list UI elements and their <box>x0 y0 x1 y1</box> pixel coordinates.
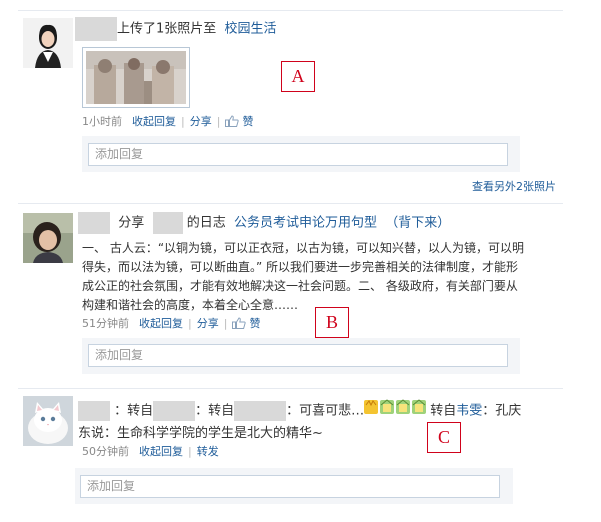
masked-username[interactable] <box>153 401 196 421</box>
masked-username[interactable] <box>78 212 110 234</box>
repost-text: ：转自 <box>195 403 235 419</box>
forward-link[interactable]: 转发 <box>197 445 219 458</box>
like-label: 赞 <box>249 317 261 330</box>
separator: | <box>216 115 221 128</box>
post-headline: 分享 的日志 公务员考试申论万用句型 （背下来） <box>78 212 450 234</box>
avatar[interactable] <box>23 213 73 263</box>
share-link[interactable]: 分享 <box>190 115 212 128</box>
photo-thumbnail[interactable] <box>82 47 190 108</box>
avatar-cat-image <box>23 396 73 446</box>
album-link[interactable]: 校园生活 <box>225 22 277 37</box>
timestamp: 51分钟前 <box>82 317 129 330</box>
share-word: 分享 <box>118 215 145 231</box>
post-headline: 上传了1张照片至 校园生活 <box>75 17 277 41</box>
separator: | <box>188 317 192 330</box>
avatar-woman-image <box>23 18 73 68</box>
avatar-girl-image <box>23 213 73 263</box>
reply-input[interactable]: 添加回复 <box>80 475 500 498</box>
separator: | <box>181 115 185 128</box>
annotation-box-a: A <box>281 61 315 92</box>
separator: | <box>188 445 192 458</box>
photo-image <box>86 51 186 104</box>
avatar[interactable] <box>23 18 73 68</box>
annotation-box-b: B <box>315 307 349 338</box>
diary-title-link[interactable]: 公务员考试申论万用句型 <box>234 216 377 231</box>
more-photos-link[interactable]: 查看另外2张照片 <box>472 179 556 195</box>
author-link[interactable]: 韦雯 <box>456 404 482 419</box>
masked-username[interactable] <box>152 212 183 234</box>
thumbs-up-icon <box>225 115 240 127</box>
reply-input[interactable]: 添加回复 <box>88 344 508 367</box>
feed-divider <box>18 388 563 389</box>
diary-excerpt: 一、 古人云：“以铜为镜，可以正衣冠，以古为镜，可以知兴替，以人为镜，可以明得失… <box>82 241 525 312</box>
action-text: 上传了1张照片至 <box>117 21 217 37</box>
collapse-reply-link[interactable]: 收起回复 <box>139 445 183 458</box>
masked-username[interactable] <box>75 17 117 41</box>
emoticon-icons <box>364 399 427 414</box>
like-link[interactable]: 赞 <box>232 317 260 330</box>
thumbs-up-icon <box>232 317 247 329</box>
repost-text: ：可喜可悲… <box>286 403 365 419</box>
post-meta-bar: 1小时前 收起回复 | 分享 | 赞 <box>82 114 253 130</box>
reply-input[interactable]: 添加回复 <box>88 143 508 166</box>
share-link[interactable]: 分享 <box>197 317 219 330</box>
post-meta-bar: 51分钟前 收起回复 | 分享 | 赞 <box>82 316 260 332</box>
diary-title-suffix[interactable]: （背下来） <box>385 216 450 231</box>
timestamp: 1小时前 <box>82 115 122 128</box>
like-label: 赞 <box>242 115 254 128</box>
diary-word: 的日志 <box>186 215 226 231</box>
repost-text: 转自 <box>430 403 457 419</box>
annotation-box-c: C <box>427 422 461 453</box>
separator: | <box>223 317 228 330</box>
collapse-reply-link[interactable]: 收起回复 <box>132 115 176 128</box>
masked-username[interactable] <box>78 401 110 421</box>
collapse-reply-link[interactable]: 收起回复 <box>139 317 183 330</box>
masked-username[interactable] <box>234 401 287 421</box>
repost-text: ：转自 <box>114 403 154 419</box>
emoji-row <box>364 399 430 423</box>
feed-divider <box>18 203 563 204</box>
avatar[interactable] <box>23 396 73 446</box>
like-link[interactable]: 赞 <box>225 115 253 128</box>
timestamp: 50分钟前 <box>82 445 129 458</box>
feed-divider-top <box>18 10 563 11</box>
post-meta-bar: 50分钟前 收起回复 | 转发 <box>82 444 219 460</box>
